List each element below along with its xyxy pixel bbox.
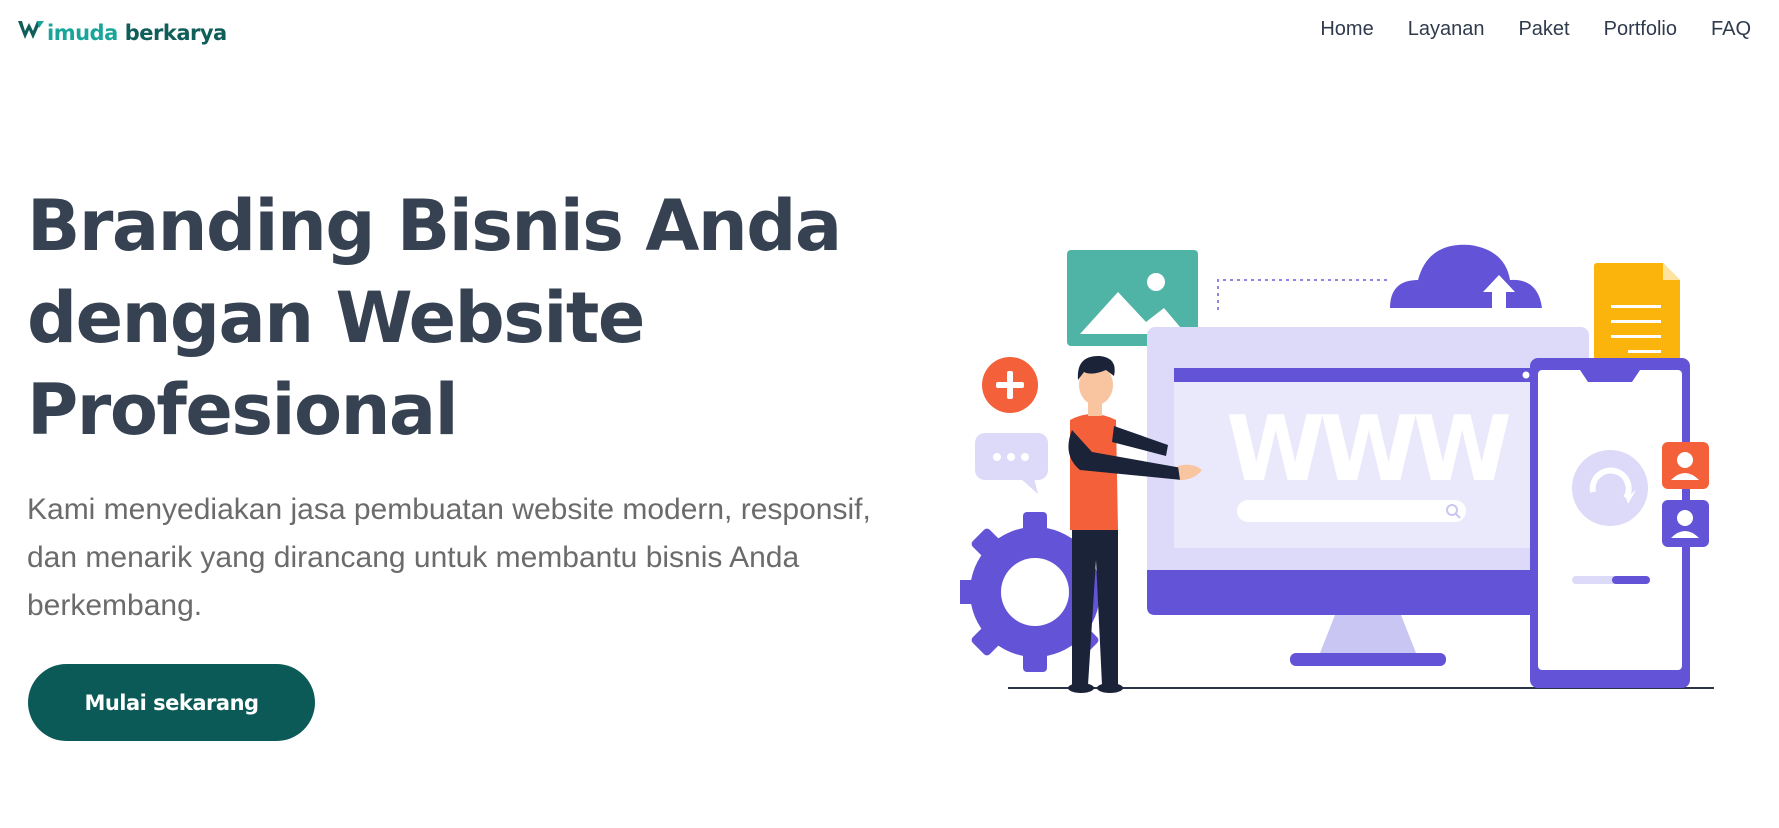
nav-link-paket[interactable]: Paket [1518, 18, 1569, 41]
monitor-www-text: WWW [1226, 397, 1510, 502]
w-chevron-logo-icon [17, 18, 47, 47]
user-icon [1662, 500, 1709, 547]
landing-page: imuda berkarya Home Layanan Paket Portfo… [0, 0, 1779, 828]
nav-link-home[interactable]: Home [1320, 18, 1373, 41]
plus-icon [982, 357, 1038, 413]
brand-name-part1: imuda [47, 20, 118, 45]
start-now-button[interactable]: Mulai sekarang [28, 664, 315, 741]
hero-title-line1: Branding Bisnis Anda [27, 185, 842, 267]
user-icon [1662, 442, 1709, 489]
hero-title: Branding Bisnis Anda dengan Website Prof… [27, 180, 887, 456]
hero-illustration: WWW [960, 230, 1720, 700]
refresh-icon [1572, 450, 1648, 526]
brand-name-part2: berkarya [124, 20, 227, 45]
nav-link-layanan[interactable]: Layanan [1408, 18, 1485, 41]
monitor: WWW [1147, 327, 1589, 666]
nav-link-faq[interactable]: FAQ [1711, 18, 1751, 41]
chat-bubble-icon [975, 433, 1048, 494]
hero-description: Kami menyediakan jasa pembuatan website … [27, 493, 871, 622]
nav-link-portfolio[interactable]: Portfolio [1604, 18, 1677, 41]
brand-logo-link[interactable]: imuda berkarya [17, 18, 227, 47]
cloud-upload-icon [1390, 244, 1542, 310]
website-development-illustration: WWW [960, 244, 1714, 693]
navbar: imuda berkarya Home Layanan Paket Portfo… [0, 0, 1779, 70]
hero-title-line3: Profesional [27, 369, 459, 451]
nav-links: Home Layanan Paket Portfolio FAQ [1320, 18, 1751, 41]
hero-title-line2: dengan Website [27, 277, 645, 359]
